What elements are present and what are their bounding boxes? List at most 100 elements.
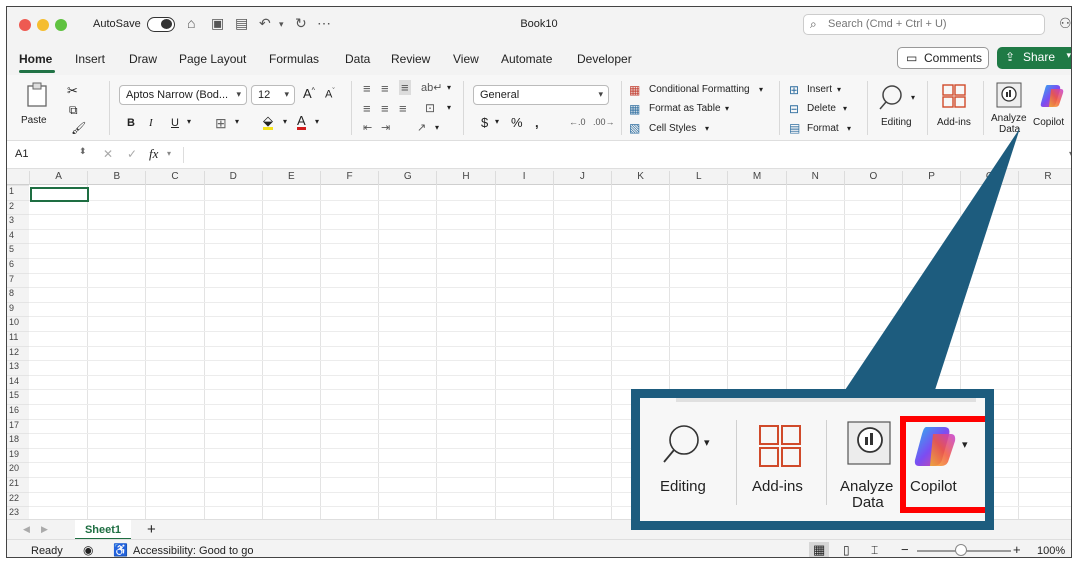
format-cells-button[interactable]: Format bbox=[807, 123, 839, 134]
copilot-button[interactable]: Copilot bbox=[1033, 81, 1071, 135]
row-header[interactable]: 4 bbox=[7, 228, 29, 244]
chevron-down-icon[interactable]: ▾ bbox=[447, 83, 451, 92]
tab-developer[interactable]: Developer bbox=[577, 52, 632, 66]
align-bottom-icon[interactable]: ≡ bbox=[399, 80, 411, 95]
font-size-select[interactable]: 12 ▾ bbox=[251, 85, 295, 105]
tab-automate[interactable]: Automate bbox=[501, 52, 552, 66]
row-header[interactable]: 22 bbox=[7, 491, 29, 507]
format-painter-icon[interactable]: 🖌 bbox=[71, 121, 86, 135]
formula-input[interactable] bbox=[183, 147, 1063, 163]
align-middle-icon[interactable]: ≡ bbox=[381, 81, 389, 96]
row-header[interactable]: 3 bbox=[7, 214, 29, 229]
align-center-icon[interactable]: ≡ bbox=[381, 101, 389, 116]
addins-button[interactable]: Add-ins bbox=[933, 81, 977, 135]
tab-page-layout[interactable]: Page Layout bbox=[179, 52, 246, 66]
chevron-down-icon[interactable]: ▾ bbox=[759, 85, 763, 94]
sheet-tab-sheet1[interactable]: Sheet1 bbox=[75, 520, 131, 540]
tab-home[interactable]: Home bbox=[19, 52, 52, 66]
row-header[interactable]: 9 bbox=[7, 301, 29, 317]
row-header[interactable]: 17 bbox=[7, 418, 29, 434]
increase-decimal-icon[interactable]: ←.0 bbox=[569, 117, 586, 127]
column-header[interactable]: M bbox=[727, 171, 785, 185]
chevron-down-icon[interactable]: ▾ bbox=[725, 104, 729, 113]
row-header[interactable]: 15 bbox=[7, 389, 29, 404]
insert-cells-button[interactable]: Insert bbox=[807, 84, 832, 95]
delete-cells-button[interactable]: Delete bbox=[807, 103, 836, 114]
accessibility-icon[interactable]: ♿ bbox=[113, 543, 128, 557]
zoom-out-button[interactable]: − bbox=[901, 542, 909, 557]
chevron-down-icon[interactable]: ▾ bbox=[435, 123, 439, 132]
copy-icon[interactable]: ⧉ bbox=[69, 103, 78, 118]
cell-styles-button[interactable]: Cell Styles bbox=[649, 123, 696, 134]
previous-sheet-icon[interactable]: ◀ bbox=[23, 524, 30, 535]
paste-button[interactable]: Paste bbox=[21, 81, 57, 131]
tab-view[interactable]: View bbox=[453, 52, 479, 66]
comma-style-icon[interactable]: , bbox=[535, 115, 539, 130]
normal-view-icon[interactable]: ▦ bbox=[809, 542, 830, 557]
increase-indent-icon[interactable]: ⇥ bbox=[381, 121, 390, 134]
zoom-level[interactable]: 100% bbox=[1037, 545, 1065, 557]
font-name-select[interactable]: Aptos Narrow (Bod... ▾ bbox=[119, 85, 247, 105]
chevron-down-icon[interactable]: ▾ bbox=[847, 124, 851, 133]
chevron-down-icon[interactable]: ▾ bbox=[447, 103, 451, 112]
search-input[interactable] bbox=[828, 18, 1038, 30]
search-box[interactable]: ⌕ bbox=[803, 14, 1045, 35]
column-header[interactable]: E bbox=[261, 171, 320, 185]
cut-icon[interactable]: ✂ bbox=[67, 83, 78, 99]
column-header[interactable]: D bbox=[203, 171, 262, 185]
column-header[interactable]: N bbox=[785, 171, 844, 185]
row-header[interactable]: 7 bbox=[7, 272, 29, 288]
add-sheet-button[interactable]: + bbox=[147, 521, 156, 538]
row-header[interactable]: 8 bbox=[7, 287, 29, 302]
column-header[interactable]: O bbox=[843, 171, 902, 185]
comments-button[interactable]: ▭ Comments bbox=[897, 47, 989, 69]
align-top-icon[interactable]: ≡ bbox=[363, 81, 371, 96]
insert-function-button[interactable]: fx bbox=[149, 146, 158, 162]
row-header[interactable]: 2 bbox=[7, 199, 29, 215]
account-icon[interactable]: ⚇ bbox=[1059, 15, 1071, 32]
chevron-down-icon[interactable]: ▾ bbox=[843, 104, 847, 113]
tab-data[interactable]: Data bbox=[345, 52, 370, 66]
italic-button[interactable]: I bbox=[149, 117, 153, 129]
row-header[interactable]: 13 bbox=[7, 360, 29, 375]
column-header[interactable]: K bbox=[611, 171, 669, 185]
chevron-down-icon[interactable]: ▾ bbox=[283, 117, 287, 126]
row-header[interactable]: 21 bbox=[7, 477, 29, 492]
chevron-down-icon[interactable]: ▾ bbox=[705, 124, 709, 133]
zoom-in-button[interactable]: + bbox=[1013, 542, 1021, 557]
next-sheet-icon[interactable]: ▶ bbox=[41, 524, 48, 535]
fill-color-icon[interactable]: ⬙ bbox=[263, 114, 273, 130]
row-header[interactable]: 20 bbox=[7, 462, 29, 477]
decrease-font-size-icon[interactable]: Aˇ bbox=[325, 88, 335, 101]
column-header[interactable]: G bbox=[378, 171, 436, 185]
expand-formula-icon[interactable]: ▾ bbox=[1069, 149, 1071, 158]
chevron-down-icon[interactable]: ▾ bbox=[315, 117, 319, 126]
column-header[interactable]: F bbox=[320, 171, 378, 185]
number-format-select[interactable]: General ▾ bbox=[473, 85, 609, 105]
row-header[interactable]: 14 bbox=[7, 374, 29, 390]
increase-font-size-icon[interactable]: A^ bbox=[303, 86, 315, 101]
chevron-down-icon[interactable]: ▾ bbox=[187, 117, 191, 126]
conditional-formatting-button[interactable]: Conditional Formatting bbox=[649, 84, 750, 95]
share-button[interactable]: ⇪ Share ▾ bbox=[997, 47, 1071, 69]
decrease-indent-icon[interactable]: ⇤ bbox=[363, 121, 372, 134]
currency-icon[interactable]: $ bbox=[481, 115, 488, 130]
column-header[interactable]: A bbox=[29, 171, 87, 185]
tab-formulas[interactable]: Formulas bbox=[269, 52, 319, 66]
row-header[interactable]: 11 bbox=[7, 331, 29, 346]
chevron-down-icon[interactable]: ▾ bbox=[235, 117, 239, 126]
tab-review[interactable]: Review bbox=[391, 52, 430, 66]
chevron-down-icon[interactable]: ▾ bbox=[837, 85, 841, 94]
column-header[interactable]: Q bbox=[960, 171, 1018, 185]
column-header[interactable]: L bbox=[669, 171, 727, 185]
chevron-down-icon[interactable]: ▾ bbox=[495, 117, 499, 126]
font-color-icon[interactable]: A bbox=[297, 114, 306, 130]
column-header[interactable]: P bbox=[902, 171, 960, 185]
column-header[interactable]: C bbox=[145, 171, 203, 185]
percent-icon[interactable]: % bbox=[511, 115, 523, 130]
row-header[interactable]: 18 bbox=[7, 433, 29, 448]
accessibility-status[interactable]: Accessibility: Good to go bbox=[133, 545, 253, 557]
align-right-icon[interactable]: ≡ bbox=[399, 101, 407, 116]
row-header[interactable]: 19 bbox=[7, 447, 29, 463]
row-header[interactable]: 10 bbox=[7, 316, 29, 331]
